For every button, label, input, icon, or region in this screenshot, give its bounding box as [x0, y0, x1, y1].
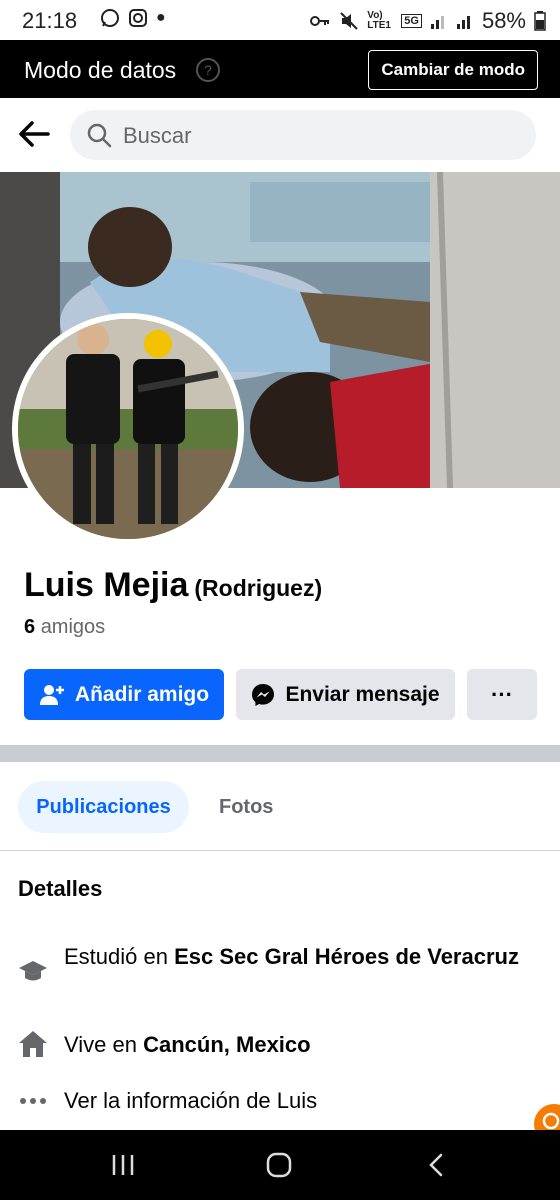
detail-lives-place[interactable]: Cancún, Mexico	[143, 1032, 310, 1057]
data-mode-title: Modo de datos	[24, 57, 177, 83]
signal-icon	[430, 16, 444, 29]
mute-icon	[340, 12, 358, 30]
whatsapp-icon	[101, 9, 119, 27]
more-dots-icon: ···	[491, 681, 513, 707]
system-nav-bar	[0, 1130, 560, 1200]
send-message-label: Enviar mensaje	[285, 682, 440, 706]
detail-lives-prefix: Vive en	[64, 1032, 137, 1057]
profile-name-text: Luis Mejia	[24, 566, 189, 604]
profile-name: Luis Mejia (Rodriguez)	[24, 566, 322, 605]
change-mode-button[interactable]: Cambiar de modo	[368, 50, 538, 90]
messenger-icon	[252, 683, 275, 706]
back-arrow-icon[interactable]	[16, 116, 52, 152]
send-message-button[interactable]: Enviar mensaje	[236, 669, 455, 720]
friends-count[interactable]: 6 amigos	[24, 616, 105, 639]
home-button-icon[interactable]	[266, 1152, 292, 1178]
graduation-cap-icon	[19, 961, 47, 981]
notification-dot-icon: ●	[156, 9, 166, 26]
recent-apps-icon[interactable]	[110, 1152, 136, 1178]
add-friend-button[interactable]: Añadir amigo	[24, 669, 224, 720]
more-dots-icon	[20, 1098, 46, 1104]
detail-studied-prefix: Estudió en	[64, 944, 168, 969]
tabs-divider	[0, 850, 560, 851]
search-input[interactable]: Buscar	[70, 110, 536, 160]
back-button-icon[interactable]	[424, 1152, 450, 1178]
instagram-icon	[129, 9, 147, 27]
profile-alt-name: (Rodriguez)	[194, 575, 323, 601]
add-friend-icon	[39, 684, 64, 705]
home-icon	[19, 1031, 47, 1057]
status-time: 21:18	[22, 8, 78, 33]
signal-icon-2	[456, 16, 470, 29]
tab-publicaciones[interactable]: Publicaciones	[18, 781, 189, 833]
info-icon[interactable]: ?	[196, 58, 220, 82]
add-friend-label: Añadir amigo	[74, 682, 210, 706]
network-indicator: 5G	[401, 14, 422, 28]
profile-picture[interactable]	[12, 313, 244, 545]
detail-studied: Estudió en Esc Sec Gral Héroes de Veracr…	[64, 942, 524, 972]
detail-studied-place[interactable]: Esc Sec Gral Héroes de Veracruz	[174, 944, 519, 969]
volte-indicator: Vo) LTE1	[367, 10, 391, 31]
friends-count-label: amigos	[40, 616, 106, 638]
section-divider	[0, 745, 560, 762]
status-bar: 21:18 ● Vo) LTE1 5G 58%	[0, 0, 560, 40]
tab-fotos[interactable]: Fotos	[219, 781, 273, 833]
data-mode-bar: Modo de datos ? Cambiar de modo	[0, 40, 560, 98]
search-icon	[87, 123, 112, 148]
search-header: Buscar	[0, 98, 560, 172]
detail-lives: Vive en Cancún, Mexico	[64, 1030, 524, 1060]
key-icon	[310, 16, 330, 26]
search-placeholder: Buscar	[123, 123, 192, 148]
details-heading: Detalles	[18, 876, 103, 901]
battery-percent: 58%	[481, 8, 526, 33]
battery-icon	[534, 11, 546, 31]
friends-count-number: 6	[24, 616, 36, 638]
more-options-button[interactable]: ···	[467, 669, 537, 720]
see-info-link[interactable]: Ver la información de Luis	[64, 1086, 524, 1116]
